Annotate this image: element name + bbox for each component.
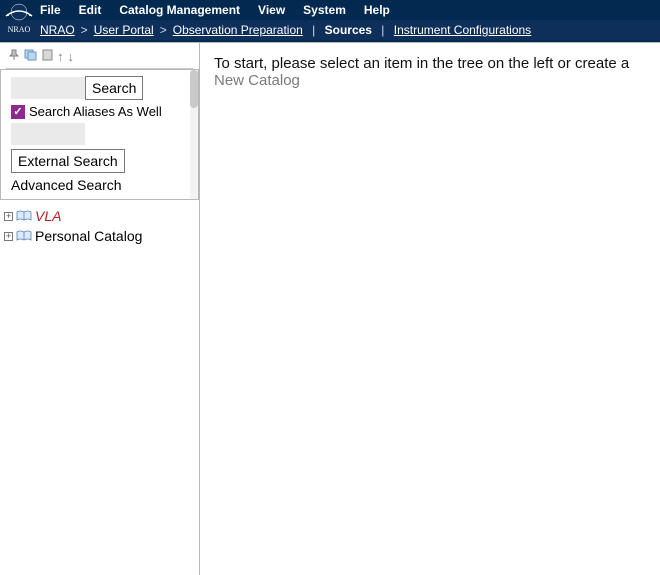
- tree-item-personal-catalog[interactable]: + Personal Catalog: [4, 226, 195, 246]
- search-input[interactable]: [11, 77, 85, 99]
- search-scrollbar-thumb[interactable]: [190, 70, 198, 108]
- advanced-search-link[interactable]: Advanced Search: [11, 177, 192, 193]
- arrow-up-icon[interactable]: ↑: [57, 50, 64, 63]
- menu-view[interactable]: View: [258, 3, 285, 17]
- breadcrumb-nrao[interactable]: NRAO: [40, 23, 75, 37]
- breadcrumb-user-portal[interactable]: User Portal: [94, 23, 154, 37]
- expand-icon[interactable]: +: [4, 232, 13, 241]
- breadcrumb-sep: |: [378, 23, 388, 37]
- pin-icon[interactable]: [8, 49, 20, 63]
- alias-label: Search Aliases As Well: [29, 104, 162, 119]
- breadcrumb: NRAO > User Portal > Observation Prepara…: [0, 20, 660, 42]
- breadcrumb-observation-preparation[interactable]: Observation Preparation: [173, 23, 303, 37]
- menu-file[interactable]: File: [40, 3, 61, 17]
- breadcrumb-sep: >: [81, 23, 88, 37]
- tree-label: Personal Catalog: [35, 228, 142, 244]
- tree-item-vla[interactable]: + VLA: [4, 206, 195, 226]
- prompt-text: To start, please select an item in the t…: [214, 55, 629, 72]
- copy-icon[interactable]: [24, 49, 38, 63]
- expand-icon[interactable]: +: [4, 212, 13, 221]
- breadcrumb-sources: Sources: [325, 23, 372, 37]
- arrow-down-icon[interactable]: ↓: [68, 50, 75, 63]
- catalog-tree: + VLA + Personal Catalog: [0, 200, 199, 252]
- nrao-logo: NRAO: [2, 2, 36, 36]
- external-search-button[interactable]: External Search: [11, 149, 125, 173]
- search-panel: Search ✓ Search Aliases As Well External…: [0, 69, 199, 200]
- menu-catalog-management[interactable]: Catalog Management: [119, 3, 240, 17]
- header: NRAO File Edit Catalog Management View S…: [0, 0, 660, 42]
- menu-edit[interactable]: Edit: [79, 3, 102, 17]
- menubar: File Edit Catalog Management View System…: [0, 0, 660, 20]
- content-pane: To start, please select an item in the t…: [200, 43, 660, 575]
- left-pane: ↑ ↓ Search ✓ Search Aliases As Well Exte…: [0, 43, 200, 575]
- toolbar: ↑ ↓: [0, 43, 199, 69]
- alias-checkbox[interactable]: ✓: [11, 105, 25, 119]
- tree-label: VLA: [35, 208, 61, 224]
- breadcrumb-sep: |: [309, 23, 319, 37]
- menu-help[interactable]: Help: [364, 3, 390, 17]
- menu-system[interactable]: System: [303, 3, 346, 17]
- search-button[interactable]: Search: [85, 76, 143, 100]
- main: ↑ ↓ Search ✓ Search Aliases As Well Exte…: [0, 42, 660, 575]
- breadcrumb-instrument-configurations[interactable]: Instrument Configurations: [394, 23, 531, 37]
- breadcrumb-sep: >: [160, 23, 167, 37]
- search-scrollbar[interactable]: [190, 70, 198, 199]
- new-catalog-link[interactable]: New Catalog: [214, 72, 300, 89]
- book-icon: [16, 230, 32, 242]
- external-search-input[interactable]: [11, 123, 85, 145]
- page-icon[interactable]: [42, 49, 53, 63]
- book-icon: [16, 210, 32, 222]
- svg-text:NRAO: NRAO: [8, 25, 31, 34]
